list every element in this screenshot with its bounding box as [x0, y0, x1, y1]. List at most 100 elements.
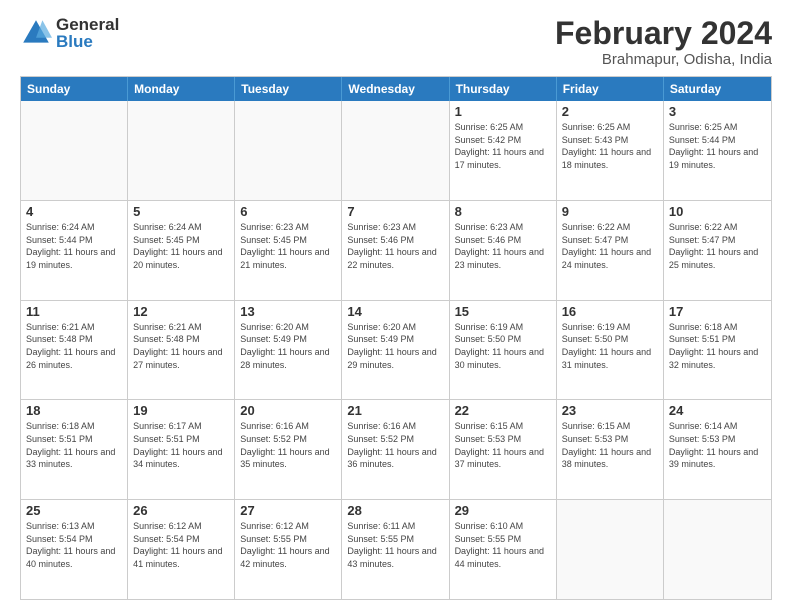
calendar-day: 9 Sunrise: 6:22 AM Sunset: 5:47 PM Daylig…	[557, 201, 664, 300]
calendar-day: 21Sunrise: 6:16 AM Sunset: 5:52 PM Dayli…	[342, 400, 449, 499]
header: General Blue February 2024 Brahmapur, Od…	[20, 16, 772, 68]
day-info: Sunrise: 6:23 AM Sunset: 5:45 PM Dayligh…	[240, 221, 336, 271]
day-info: Sunrise: 6:13 AM Sunset: 5:54 PM Dayligh…	[26, 520, 122, 570]
day-info: Sunrise: 6:22 AM Sunset: 5:47 PM Dayligh…	[669, 221, 766, 271]
day-number: 9	[562, 204, 658, 219]
calendar-day: 3Sunrise: 6:25 AM Sunset: 5:44 PM Daylig…	[664, 101, 771, 200]
weekday-header: Saturday	[664, 77, 771, 101]
day-info: Sunrise: 6:19 AM Sunset: 5:50 PM Dayligh…	[562, 321, 658, 371]
calendar: SundayMondayTuesdayWednesdayThursdayFrid…	[20, 76, 772, 600]
day-info: Sunrise: 6:14 AM Sunset: 5:53 PM Dayligh…	[669, 420, 766, 470]
day-number: 8	[455, 204, 551, 219]
calendar-body: 1 Sunrise: 6:25 AM Sunset: 5:42 PM Daylig…	[21, 101, 771, 599]
day-number: 10	[669, 204, 766, 219]
day-number: 12	[133, 304, 229, 319]
day-number: 28	[347, 503, 443, 518]
location: Brahmapur, Odisha, India	[555, 51, 772, 68]
day-info: Sunrise: 6:18 AM Sunset: 5:51 PM Dayligh…	[26, 420, 122, 470]
calendar-day: 19Sunrise: 6:17 AM Sunset: 5:51 PM Dayli…	[128, 400, 235, 499]
logo: General Blue	[20, 16, 119, 50]
calendar-day: 7 Sunrise: 6:23 AM Sunset: 5:46 PM Daylig…	[342, 201, 449, 300]
day-number: 1	[455, 104, 551, 119]
calendar-empty-cell	[21, 101, 128, 200]
calendar-day: 29 Sunrise: 6:10 AM Sunset: 5:55 PM Dayli…	[450, 500, 557, 599]
calendar-row: 11Sunrise: 6:21 AM Sunset: 5:48 PM Dayli…	[21, 300, 771, 400]
calendar-day: 1 Sunrise: 6:25 AM Sunset: 5:42 PM Daylig…	[450, 101, 557, 200]
calendar-empty-cell	[128, 101, 235, 200]
calendar-day: 11Sunrise: 6:21 AM Sunset: 5:48 PM Dayli…	[21, 301, 128, 400]
day-info: Sunrise: 6:12 AM Sunset: 5:54 PM Dayligh…	[133, 520, 229, 570]
calendar-empty-cell	[342, 101, 449, 200]
day-info: Sunrise: 6:12 AM Sunset: 5:55 PM Dayligh…	[240, 520, 336, 570]
day-info: Sunrise: 6:24 AM Sunset: 5:45 PM Dayligh…	[133, 221, 229, 271]
calendar-day: 2Sunrise: 6:25 AM Sunset: 5:43 PM Daylig…	[557, 101, 664, 200]
weekday-header: Thursday	[450, 77, 557, 101]
day-info: Sunrise: 6:16 AM Sunset: 5:52 PM Dayligh…	[240, 420, 336, 470]
calendar-empty-cell	[557, 500, 664, 599]
day-info: Sunrise: 6:23 AM Sunset: 5:46 PM Dayligh…	[347, 221, 443, 271]
day-number: 15	[455, 304, 551, 319]
day-number: 3	[669, 104, 766, 119]
day-number: 24	[669, 403, 766, 418]
calendar-day: 6Sunrise: 6:23 AM Sunset: 5:45 PM Daylig…	[235, 201, 342, 300]
weekday-header: Wednesday	[342, 77, 449, 101]
day-info: Sunrise: 6:25 AM Sunset: 5:42 PM Dayligh…	[455, 121, 551, 171]
calendar-row: 18 Sunrise: 6:18 AM Sunset: 5:51 PM Dayli…	[21, 399, 771, 499]
day-number: 20	[240, 403, 336, 418]
day-number: 23	[562, 403, 658, 418]
day-number: 4	[26, 204, 122, 219]
day-number: 21	[347, 403, 443, 418]
calendar-row: 1 Sunrise: 6:25 AM Sunset: 5:42 PM Daylig…	[21, 101, 771, 200]
day-number: 16	[562, 304, 658, 319]
day-number: 5	[133, 204, 229, 219]
day-info: Sunrise: 6:24 AM Sunset: 5:44 PM Dayligh…	[26, 221, 122, 271]
calendar-day: 23 Sunrise: 6:15 AM Sunset: 5:53 PM Dayli…	[557, 400, 664, 499]
weekday-header: Friday	[557, 77, 664, 101]
day-number: 29	[455, 503, 551, 518]
day-info: Sunrise: 6:23 AM Sunset: 5:46 PM Dayligh…	[455, 221, 551, 271]
calendar-day: 24 Sunrise: 6:14 AM Sunset: 5:53 PM Dayli…	[664, 400, 771, 499]
calendar-day: 13 Sunrise: 6:20 AM Sunset: 5:49 PM Dayli…	[235, 301, 342, 400]
weekday-header: Tuesday	[235, 77, 342, 101]
logo-text: General Blue	[56, 16, 119, 50]
day-info: Sunrise: 6:10 AM Sunset: 5:55 PM Dayligh…	[455, 520, 551, 570]
logo-blue: Blue	[56, 33, 119, 50]
calendar-day: 12 Sunrise: 6:21 AM Sunset: 5:48 PM Dayli…	[128, 301, 235, 400]
calendar-day: 26Sunrise: 6:12 AM Sunset: 5:54 PM Dayli…	[128, 500, 235, 599]
day-number: 19	[133, 403, 229, 418]
day-number: 14	[347, 304, 443, 319]
day-info: Sunrise: 6:20 AM Sunset: 5:49 PM Dayligh…	[240, 321, 336, 371]
calendar-day: 5 Sunrise: 6:24 AM Sunset: 5:45 PM Daylig…	[128, 201, 235, 300]
month-year: February 2024	[555, 16, 772, 51]
day-info: Sunrise: 6:21 AM Sunset: 5:48 PM Dayligh…	[133, 321, 229, 371]
day-number: 13	[240, 304, 336, 319]
day-number: 7	[347, 204, 443, 219]
page: General Blue February 2024 Brahmapur, Od…	[0, 0, 792, 612]
weekday-header: Monday	[128, 77, 235, 101]
day-number: 27	[240, 503, 336, 518]
day-info: Sunrise: 6:22 AM Sunset: 5:47 PM Dayligh…	[562, 221, 658, 271]
day-number: 18	[26, 403, 122, 418]
calendar-day: 15Sunrise: 6:19 AM Sunset: 5:50 PM Dayli…	[450, 301, 557, 400]
logo-icon	[20, 17, 52, 49]
calendar-day: 17Sunrise: 6:18 AM Sunset: 5:51 PM Dayli…	[664, 301, 771, 400]
day-info: Sunrise: 6:11 AM Sunset: 5:55 PM Dayligh…	[347, 520, 443, 570]
calendar-day: 28 Sunrise: 6:11 AM Sunset: 5:55 PM Dayli…	[342, 500, 449, 599]
calendar-row: 25 Sunrise: 6:13 AM Sunset: 5:54 PM Dayli…	[21, 499, 771, 599]
calendar-day: 10 Sunrise: 6:22 AM Sunset: 5:47 PM Dayli…	[664, 201, 771, 300]
calendar-day: 14 Sunrise: 6:20 AM Sunset: 5:49 PM Dayli…	[342, 301, 449, 400]
logo-general: General	[56, 16, 119, 33]
day-info: Sunrise: 6:15 AM Sunset: 5:53 PM Dayligh…	[562, 420, 658, 470]
calendar-day: 27 Sunrise: 6:12 AM Sunset: 5:55 PM Dayli…	[235, 500, 342, 599]
day-number: 2	[562, 104, 658, 119]
weekday-header: Sunday	[21, 77, 128, 101]
day-info: Sunrise: 6:18 AM Sunset: 5:51 PM Dayligh…	[669, 321, 766, 371]
day-info: Sunrise: 6:15 AM Sunset: 5:53 PM Dayligh…	[455, 420, 551, 470]
calendar-empty-cell	[664, 500, 771, 599]
calendar-day: 18 Sunrise: 6:18 AM Sunset: 5:51 PM Dayli…	[21, 400, 128, 499]
day-info: Sunrise: 6:20 AM Sunset: 5:49 PM Dayligh…	[347, 321, 443, 371]
calendar-empty-cell	[235, 101, 342, 200]
day-number: 25	[26, 503, 122, 518]
calendar-day: 16 Sunrise: 6:19 AM Sunset: 5:50 PM Dayli…	[557, 301, 664, 400]
calendar-day: 20 Sunrise: 6:16 AM Sunset: 5:52 PM Dayli…	[235, 400, 342, 499]
